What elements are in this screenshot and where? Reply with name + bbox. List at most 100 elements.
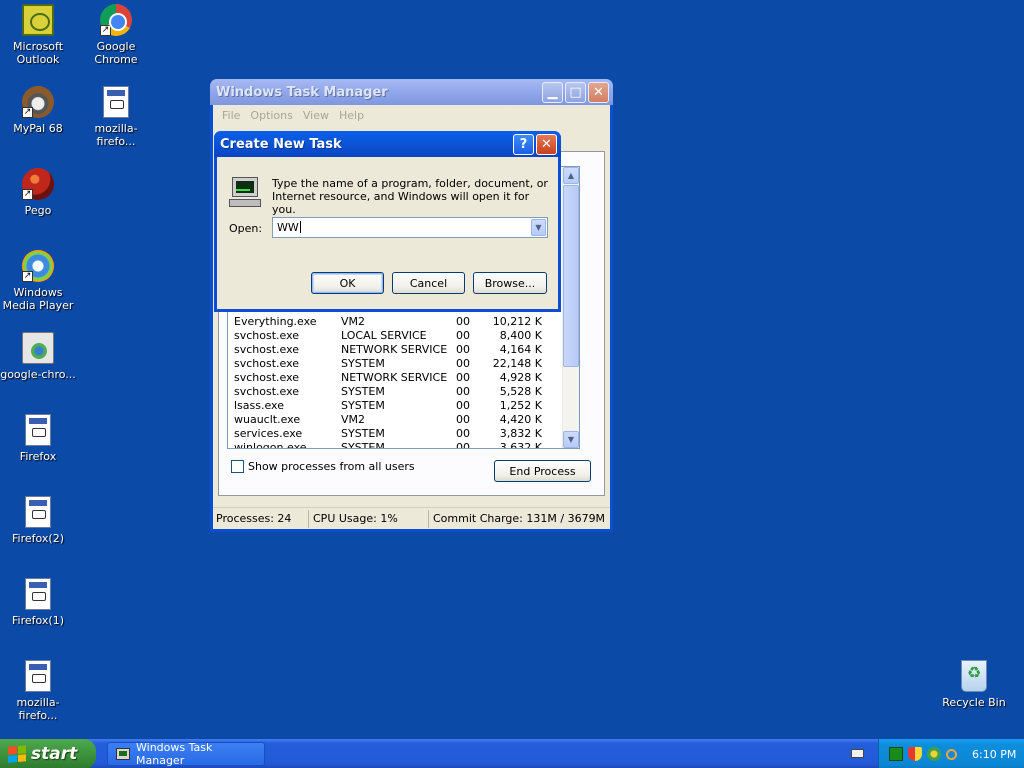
process-cpu: 00 — [456, 371, 470, 384]
process-cpu: 00 — [456, 357, 470, 370]
menu-help[interactable]: Help — [334, 109, 369, 122]
scroll-down-button[interactable]: ▼ — [563, 431, 579, 448]
maximize-button[interactable]: □ — [565, 81, 586, 103]
search-icon[interactable] — [946, 748, 957, 760]
status-bar: Processes: 24 CPU Usage: 1% Commit Charg… — [213, 507, 610, 529]
task-manager-icon — [116, 748, 130, 760]
minimize-icon: ▁ — [547, 84, 558, 100]
process-user: VM2 — [341, 413, 366, 426]
security-shield-icon[interactable] — [908, 747, 922, 761]
chevron-down-icon: ▼ — [535, 223, 542, 232]
process-cpu: 00 — [456, 315, 470, 328]
menu-options[interactable]: Options — [245, 109, 297, 122]
process-mem: 5,528 K — [499, 385, 542, 398]
desktop-icon-mypal[interactable]: ↗ MyPal 68 — [0, 86, 76, 135]
process-user: LOCAL SERVICE — [341, 329, 427, 342]
desktop-icon-label: Firefox(1) — [12, 614, 64, 627]
desktop-icon-windows-media-player[interactable]: ↗ Windows Media Player — [0, 250, 76, 312]
desktop-icon-label: Microsoft Outlook — [12, 40, 64, 66]
process-name: svchost.exe — [234, 371, 300, 384]
open-dropdown-button[interactable]: ▼ — [531, 219, 546, 236]
desktop-icon-chrome[interactable]: ↗ Google Chrome — [78, 4, 154, 66]
process-mem: 3,832 K — [499, 427, 542, 440]
clock[interactable]: 6:10 PM — [972, 748, 1016, 761]
keyboard-icon[interactable] — [851, 749, 864, 758]
status-commit-charge: Commit Charge: 131M / 3679M — [433, 511, 606, 525]
table-row[interactable]: svchost.exe SYSTEM 00 22,148 K — [234, 357, 564, 371]
shortcut-arrow-icon: ↗ — [22, 271, 33, 282]
open-input[interactable]: WW ▼ — [272, 217, 548, 238]
close-button[interactable]: ✕ — [588, 81, 609, 103]
document-icon — [25, 414, 51, 446]
help-button[interactable]: ? — [513, 133, 534, 155]
desktop-icon-recycle-bin[interactable]: Recycle Bin — [936, 660, 1012, 709]
desktop-icon-firefox-2[interactable]: Firefox(2) — [0, 496, 76, 545]
table-row[interactable]: services.exe SYSTEM 00 3,832 K — [234, 427, 564, 441]
start-button[interactable]: start — [0, 739, 96, 768]
task-manager-title: Windows Task Manager — [216, 84, 388, 100]
process-cpu: 00 — [456, 329, 470, 342]
desktop-icon-label: Google Chrome — [94, 40, 138, 66]
ok-button[interactable]: OK — [311, 272, 384, 294]
task-manager-titlebar[interactable]: Windows Task Manager ▁ □ ✕ — [210, 79, 613, 105]
table-row[interactable]: wuauclt.exe VM2 00 4,420 K — [234, 413, 564, 427]
shortcut-arrow-icon: ↗ — [22, 107, 33, 118]
scroll-thumb[interactable] — [563, 185, 579, 367]
system-tray: 6:10 PM — [878, 739, 1024, 768]
process-mem: 22,148 K — [492, 357, 542, 370]
table-row[interactable]: svchost.exe NETWORK SERVICE 00 4,164 K — [234, 343, 564, 357]
menu-view[interactable]: View — [298, 109, 334, 122]
table-row[interactable]: svchost.exe NETWORK SERVICE 00 4,928 K — [234, 371, 564, 385]
taskbar-button-task-manager[interactable]: Windows Task Manager — [107, 741, 265, 767]
process-name: svchost.exe — [234, 329, 300, 342]
desktop-icon-mozilla-firefox-doc[interactable]: mozilla-firefo... — [78, 86, 154, 148]
table-row[interactable]: Everything.exe VM2 00 10,212 K — [234, 315, 564, 329]
process-mem: 4,928 K — [499, 371, 542, 384]
document-icon — [25, 578, 51, 610]
end-process-button[interactable]: End Process — [494, 460, 591, 482]
process-name: winlogon.exe — [234, 441, 307, 449]
desktop-icon-firefox[interactable]: Firefox — [0, 414, 76, 463]
network-icon[interactable] — [927, 747, 941, 761]
desktop-icon-google-chrome-installer[interactable]: google-chro... — [0, 332, 76, 381]
table-row[interactable]: lsass.exe SYSTEM 00 1,252 K — [234, 399, 564, 413]
process-list-scrollbar[interactable]: ▲ ▼ — [562, 167, 579, 448]
desktop-icon-mozilla-firefox-doc-2[interactable]: mozilla-firefo... — [0, 660, 76, 722]
green-app-icon[interactable] — [889, 747, 903, 761]
open-input-value: WW — [277, 221, 299, 234]
process-user: VM2 — [341, 315, 366, 328]
table-row[interactable]: winlogon.exe SYSTEM 00 3,632 K — [234, 441, 564, 449]
start-label: start — [31, 744, 78, 764]
close-icon: ✕ — [541, 136, 552, 152]
process-user: NETWORK SERVICE — [341, 343, 448, 356]
desktop-icon-firefox-1[interactable]: Firefox(1) — [0, 578, 76, 627]
desktop-icon-outlook[interactable]: Microsoft Outlook — [0, 4, 76, 66]
show-all-processes-option[interactable]: Show processes from all users — [231, 460, 415, 473]
shortcut-arrow-icon: ↗ — [100, 25, 111, 36]
menu-file[interactable]: File — [217, 109, 245, 122]
scroll-up-button[interactable]: ▲ — [563, 167, 579, 184]
create-new-task-titlebar[interactable]: Create New Task ? ✕ — [214, 131, 561, 157]
create-task-description: Type the name of a program, folder, docu… — [272, 177, 548, 216]
recycle-bin-icon — [961, 660, 987, 692]
process-cpu: 00 — [456, 427, 470, 440]
desktop-icon-pego[interactable]: ↗ Pego — [0, 168, 76, 217]
create-new-task-title: Create New Task — [220, 136, 342, 152]
pego-icon: ↗ — [22, 168, 54, 200]
minimize-button[interactable]: ▁ — [542, 81, 563, 103]
process-cpu: 00 — [456, 413, 470, 426]
table-row[interactable]: svchost.exe LOCAL SERVICE 00 8,400 K — [234, 329, 564, 343]
show-all-processes-checkbox[interactable] — [231, 460, 244, 473]
process-user: SYSTEM — [341, 385, 385, 398]
browse-button[interactable]: Browse... — [473, 272, 547, 294]
process-name: svchost.exe — [234, 343, 300, 356]
desktop-icon-label: MyPal 68 — [13, 122, 63, 135]
table-row[interactable]: svchost.exe SYSTEM 00 5,528 K — [234, 385, 564, 399]
cancel-button[interactable]: Cancel — [392, 272, 465, 294]
status-processes: Processes: 24 — [213, 509, 309, 528]
desktop-icon-label: Windows Media Player — [2, 286, 74, 312]
process-name: services.exe — [234, 427, 303, 440]
desktop-icon-label: mozilla-firefo... — [94, 122, 138, 148]
dialog-close-button[interactable]: ✕ — [536, 133, 557, 155]
taskbar: start Windows Task Manager 6:10 PM — [0, 738, 1024, 768]
